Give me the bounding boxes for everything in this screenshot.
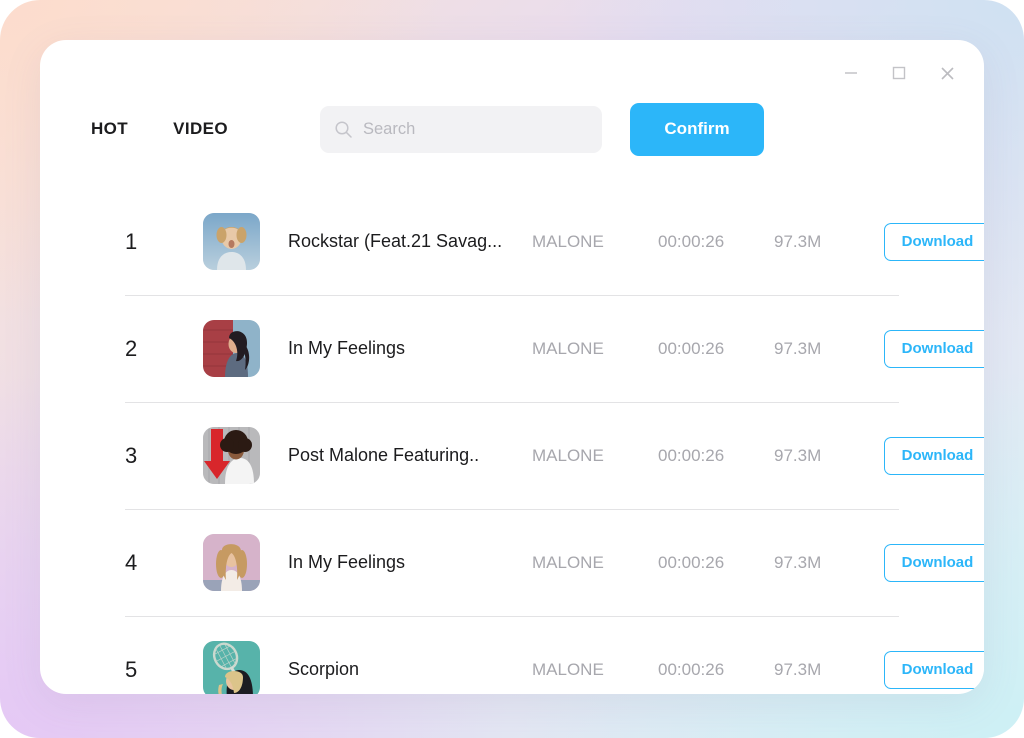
close-button[interactable] — [932, 58, 962, 88]
track-thumbnail — [203, 534, 260, 591]
download-button[interactable]: Download — [884, 650, 984, 689]
track-size: 97.3M — [774, 445, 822, 465]
maximize-icon — [892, 66, 906, 80]
row-rank: 4 — [125, 549, 138, 575]
table-row[interactable]: 3 Post Malone Featuring.. MALONE 00:00:2… — [40, 402, 984, 509]
gradient-backdrop: HOT VIDEO Confirm 1 — [0, 0, 1024, 738]
table-row[interactable]: 4 In My Feelings MALONE 00:00:26 97.3M D… — [40, 509, 984, 616]
download-button[interactable]: Download — [884, 436, 984, 475]
track-thumbnail — [203, 641, 260, 694]
track-duration: 00:00:26 — [658, 338, 725, 358]
tab-video[interactable]: VIDEO — [173, 119, 228, 139]
track-duration: 00:00:26 — [658, 231, 725, 251]
track-duration: 00:00:26 — [658, 445, 725, 465]
track-duration: 00:00:26 — [658, 552, 725, 572]
track-title: Rockstar (Feat.21 Savag... — [288, 231, 503, 251]
track-size: 97.3M — [774, 659, 822, 679]
minimize-icon — [845, 72, 857, 74]
toolbar: HOT VIDEO Confirm — [40, 96, 984, 162]
track-artist: MALONE — [532, 445, 604, 465]
row-rank: 1 — [125, 228, 138, 254]
search-input[interactable] — [363, 119, 588, 139]
search-icon — [334, 120, 353, 139]
track-thumbnail — [203, 427, 260, 484]
close-icon — [940, 66, 954, 80]
app-window: HOT VIDEO Confirm 1 — [40, 40, 984, 694]
search-box[interactable] — [320, 105, 602, 153]
table-row[interactable]: 5 Scorpion MALONE 00:00:26 97.3M Downloa… — [40, 616, 984, 694]
maximize-button[interactable] — [884, 58, 914, 88]
track-artist: MALONE — [532, 231, 604, 251]
window-controls — [836, 58, 962, 88]
row-rank: 3 — [125, 442, 138, 468]
track-size: 97.3M — [774, 552, 822, 572]
track-title: Post Malone Featuring.. — [288, 445, 480, 465]
download-button[interactable]: Download — [884, 543, 984, 582]
track-list: 1 Rockstar (Feat.21 Savag... MALONE 00:0… — [40, 188, 984, 694]
track-title: In My Feelings — [288, 552, 406, 572]
track-title: Scorpion — [288, 659, 360, 679]
track-thumbnail — [203, 213, 260, 270]
download-button[interactable]: Download — [884, 329, 984, 368]
track-size: 97.3M — [774, 338, 822, 358]
tab-hot[interactable]: HOT — [91, 119, 128, 139]
minimize-button[interactable] — [836, 58, 866, 88]
track-artist: MALONE — [532, 552, 604, 572]
table-row[interactable]: 2 In My Feelings MALONE 00:00:26 97.3M D… — [40, 295, 984, 402]
track-thumbnail — [203, 320, 260, 377]
track-duration: 00:00:26 — [658, 659, 725, 679]
track-artist: MALONE — [532, 338, 604, 358]
download-button[interactable]: Download — [884, 222, 984, 261]
row-rank: 2 — [125, 335, 138, 361]
table-row[interactable]: 1 Rockstar (Feat.21 Savag... MALONE 00:0… — [40, 188, 984, 295]
row-rank: 5 — [125, 656, 138, 682]
track-title: In My Feelings — [288, 338, 406, 358]
confirm-button[interactable]: Confirm — [630, 102, 764, 156]
track-size: 97.3M — [774, 231, 822, 251]
track-artist: MALONE — [532, 659, 604, 679]
